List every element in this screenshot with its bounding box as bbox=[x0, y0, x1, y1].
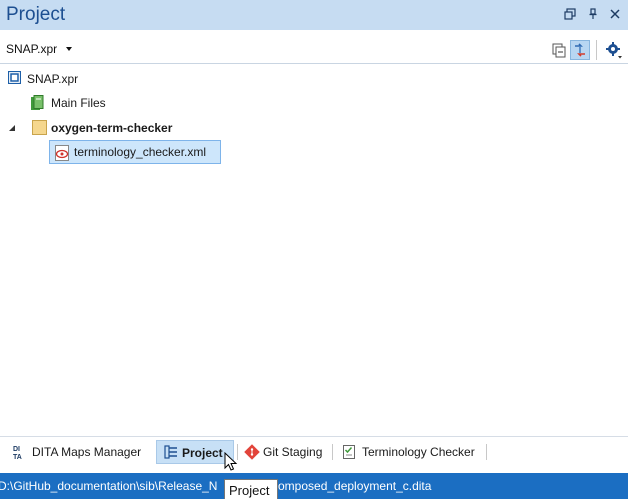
checklist-icon bbox=[343, 445, 355, 459]
tab-terminology-checker[interactable]: Terminology Checker bbox=[336, 440, 484, 464]
folder-icon bbox=[32, 120, 47, 135]
status-path-tail: omposed_deployment_c.dita bbox=[278, 479, 432, 493]
project-toolbar: SNAP.xpr bbox=[0, 30, 628, 64]
tab-dita-maps-manager[interactable]: DI TA DITA Maps Manager bbox=[8, 440, 154, 464]
status-bar: D:\GitHub_documentation\sib\Release_N om… bbox=[0, 473, 628, 499]
tree-node-label: terminology_checker.xml bbox=[74, 145, 207, 159]
panel-title-bar: Project bbox=[0, 0, 628, 30]
expand-arrow-icon[interactable] bbox=[8, 124, 16, 132]
collapse-all-button[interactable] bbox=[549, 40, 569, 60]
svg-text:DI: DI bbox=[13, 446, 20, 453]
restore-window-icon[interactable] bbox=[564, 8, 576, 20]
tree-node-label: SNAP.xpr bbox=[27, 72, 79, 86]
link-with-editor-icon bbox=[575, 43, 585, 57]
tree-node-folder[interactable]: oxygen-term-checker bbox=[8, 117, 248, 139]
mouse-cursor-icon bbox=[224, 452, 238, 471]
tree-node-label: oxygen-term-checker bbox=[51, 121, 173, 135]
tree-node-file[interactable]: terminology_checker.xml bbox=[49, 140, 221, 164]
close-icon[interactable] bbox=[609, 8, 621, 20]
tab-label: Project bbox=[182, 446, 223, 460]
tab-divider bbox=[486, 444, 487, 460]
project-tree-icon bbox=[164, 445, 177, 459]
gear-icon bbox=[606, 42, 622, 59]
git-icon bbox=[244, 444, 260, 460]
tree-node-label: Main Files bbox=[51, 96, 106, 110]
tree-node-main-files[interactable]: Main Files bbox=[30, 92, 230, 114]
project-tree: SNAP.xpr Main Files oxygen-term-checker … bbox=[0, 64, 628, 436]
tooltip-text: Project bbox=[229, 483, 270, 498]
tab-label: Terminology Checker bbox=[362, 445, 475, 459]
link-with-editor-button[interactable] bbox=[570, 40, 590, 60]
panel-title: Project bbox=[6, 4, 66, 25]
view-tab-bar: DI TA DITA Maps Manager Project Git Stag… bbox=[0, 436, 628, 465]
collapse-all-icon bbox=[552, 43, 566, 58]
tab-divider bbox=[332, 444, 333, 460]
dita-icon: DI TA bbox=[13, 446, 22, 460]
chevron-down-icon[interactable] bbox=[66, 47, 72, 51]
svg-text:TA: TA bbox=[13, 454, 22, 460]
status-path: D:\GitHub_documentation\sib\Release_N bbox=[0, 479, 218, 493]
tab-project[interactable]: Project bbox=[156, 440, 234, 464]
project-file-icon bbox=[8, 71, 21, 84]
pin-icon[interactable] bbox=[587, 8, 599, 20]
tab-label: DITA Maps Manager bbox=[32, 445, 142, 459]
toolbar-divider bbox=[596, 40, 597, 60]
tab-git-staging[interactable]: Git Staging bbox=[240, 440, 328, 464]
tooltip: Project bbox=[224, 479, 278, 499]
xml-file-icon bbox=[55, 145, 69, 161]
tree-node-project-root[interactable]: SNAP.xpr bbox=[8, 68, 208, 90]
tab-label: Git Staging bbox=[263, 445, 323, 459]
project-selector[interactable]: SNAP.xpr bbox=[6, 42, 57, 56]
main-files-icon bbox=[31, 95, 44, 110]
settings-button[interactable] bbox=[604, 40, 624, 60]
